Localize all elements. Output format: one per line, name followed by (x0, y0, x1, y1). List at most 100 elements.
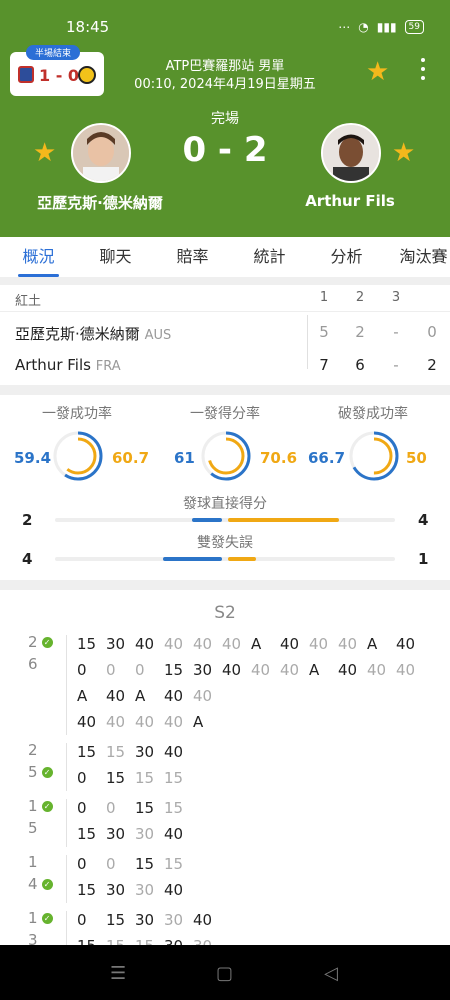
point-score: 40 (251, 661, 271, 679)
total-score: 0 (427, 323, 437, 341)
point-score: 40 (106, 687, 126, 705)
half-time-widget[interactable]: 半場結束 1 - 0 (10, 45, 104, 96)
point-score: 0 (77, 661, 87, 679)
point-row: 0 15 15 15 (77, 767, 432, 789)
bar-p1-value: 4 (22, 550, 33, 568)
point-row: 0 15 30 30 40 (77, 909, 432, 931)
point-score: 40 (164, 687, 184, 705)
home-icon[interactable]: ▢ (216, 963, 233, 984)
tab-chat[interactable]: 聊天 (77, 237, 154, 277)
divider (66, 635, 67, 735)
point-score: 40 (222, 661, 242, 679)
player2-avatar[interactable] (321, 123, 381, 183)
point-score: A (77, 687, 88, 705)
point-row: 15 30 30 40 (77, 879, 432, 901)
score-table: 紅土 1 2 3 亞歷克斯·德米納爾 AUS 5 2 - 0 Arthur Fi… (0, 285, 450, 385)
bar-p2-value: 1 (418, 550, 429, 568)
point-score: 40 (164, 825, 184, 843)
point-score: 30 (106, 635, 126, 653)
tab-knockout[interactable]: 淘汰賽 (385, 237, 450, 277)
stat-label: 一發得分率 (190, 406, 260, 422)
country-code: FRA (95, 359, 121, 374)
game-score: 1 ✓ 5 (28, 797, 53, 837)
more-options-icon[interactable] (416, 58, 430, 86)
event-datetime: 00:10, 2024年4月19日星期五 (134, 77, 316, 92)
divider (0, 580, 450, 590)
tab-analysis[interactable]: 分析 (308, 237, 385, 277)
surface-label: 紅土 (15, 294, 42, 309)
point-score: 15 (135, 935, 164, 945)
point-score: 40 (367, 661, 387, 679)
set-score: 6 (355, 356, 365, 374)
stats-panel: 一發成功率 一發得分率 破發成功率 59.4 60.7 61 70.6 66.7… (0, 395, 450, 580)
tab-stats[interactable]: 統計 (231, 237, 308, 277)
player1-name[interactable]: 亞歷克斯·德米納爾 (20, 192, 180, 213)
back-icon[interactable]: ◁ (324, 963, 338, 984)
point-score: 40 (338, 661, 358, 679)
divider (307, 315, 308, 369)
favorite-star-icon[interactable]: ★ (366, 59, 389, 85)
point-row: 15 30 30 40 (77, 823, 432, 845)
player1-avatar[interactable] (71, 123, 131, 183)
point-score: 15 (135, 855, 155, 873)
stat-p1-value: 66.7 (308, 449, 346, 467)
divider (66, 855, 67, 903)
point-score: 15 (106, 911, 126, 929)
stat-label: 破發成功率 (338, 406, 408, 422)
match-score: 0 - 2 (182, 130, 268, 170)
player1-favorite-star-icon[interactable]: ★ (33, 140, 56, 166)
total-score: 2 (427, 356, 437, 374)
tab-bar: 概況 聊天 賠率 統計 分析 淘汰賽 (0, 237, 450, 278)
bar-p1-fill (162, 557, 222, 561)
bar-p2-value: 4 (418, 511, 429, 529)
divider (0, 311, 450, 312)
point-score: 15 (164, 769, 184, 787)
point-score: 15 (135, 769, 155, 787)
stat-p2-value: 60.7 (112, 449, 150, 467)
game-score: 2 5 ✓ (28, 741, 53, 781)
point-score: 15 (106, 935, 135, 945)
stat-ring (53, 431, 103, 481)
set-score: 2 (355, 323, 365, 341)
player2-name[interactable]: Arthur Fils (290, 192, 410, 210)
point-score: 30 (135, 743, 155, 761)
game-score: 1 4 ✓ (28, 853, 53, 893)
match-header: 18:45 ⋯ ◔ ▮▮▮ 59 半場結束 1 - 0 ATP巴賽羅那站 男單 … (0, 0, 450, 237)
match-status: 完場 (211, 111, 239, 127)
status-bar: 18:45 ⋯ ◔ ▮▮▮ 59 (0, 18, 450, 40)
player2-favorite-star-icon[interactable]: ★ (392, 140, 415, 166)
point-score: 40 (135, 713, 155, 731)
point-score: 40 (164, 743, 184, 761)
point-score: 30 (135, 881, 155, 899)
stat-ring (349, 431, 399, 481)
set-header: 3 (391, 290, 401, 305)
point-score: 40 (193, 911, 213, 929)
point-score: 30 (193, 935, 222, 945)
tab-odds[interactable]: 賠率 (154, 237, 231, 277)
point-row: 40 40 40 40 A (77, 711, 432, 733)
status-time: 18:45 (66, 18, 110, 36)
point-score: 0 (106, 661, 116, 679)
set-header: 1 (319, 290, 329, 305)
point-score: 40 (193, 635, 213, 653)
divider (0, 277, 450, 285)
point-row: 0 0 0 15 30 40 40 40 A 40 40 40 (77, 659, 432, 681)
point-score: 0 (106, 799, 116, 817)
player-name: Arthur Fils FRA (15, 356, 121, 374)
point-score: 40 (280, 635, 300, 653)
point-score: 0 (135, 661, 145, 679)
server-check-icon: ✓ (41, 913, 53, 924)
mini-score: 1 - 0 (39, 66, 80, 85)
bar-p1-value: 2 (22, 511, 33, 529)
tab-overview[interactable]: 概況 (0, 237, 77, 277)
set-score: - (393, 356, 399, 374)
system-nav-bar: ☰ ▢ ◁ (0, 945, 450, 1000)
point-score: 0 (77, 855, 87, 873)
team1-logo-icon (18, 66, 34, 83)
point-score: 30 (106, 881, 126, 899)
menu-icon[interactable]: ☰ (110, 963, 126, 984)
point-score: 40 (135, 635, 155, 653)
point-score: 15 (77, 825, 97, 843)
stat-p2-value: 50 (406, 449, 427, 467)
point-row: A 40 A 40 40 (77, 685, 432, 707)
